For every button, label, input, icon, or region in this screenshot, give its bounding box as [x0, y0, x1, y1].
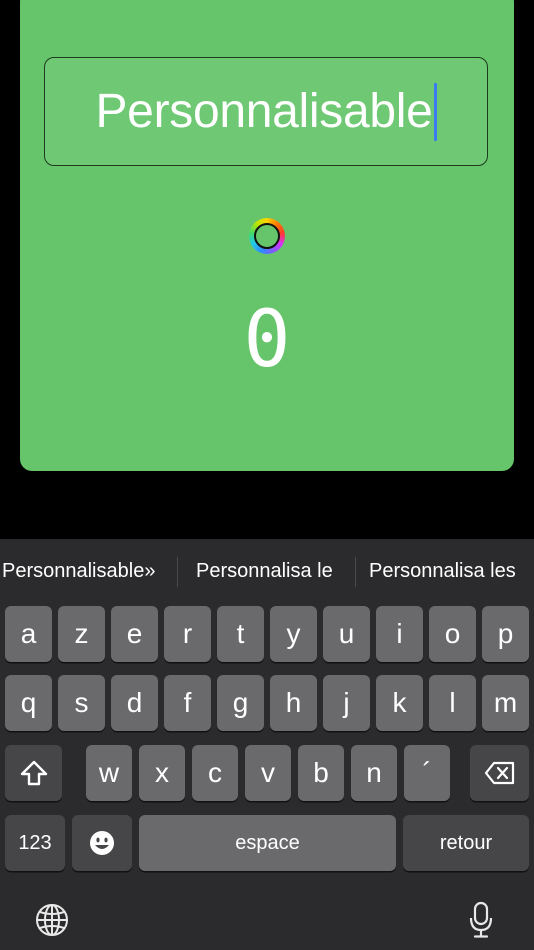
key-p[interactable]: p	[482, 606, 529, 662]
key-f[interactable]: f	[164, 675, 211, 731]
key-g[interactable]: g	[217, 675, 264, 731]
suggestion-1[interactable]: Personnalisable»	[2, 560, 155, 583]
suggestion-bar: Personnalisable» Personnalisa le Personn…	[0, 539, 534, 603]
suggestion-2[interactable]: Personnalisa le	[196, 560, 333, 583]
key-w[interactable]: w	[86, 745, 132, 801]
keyboard: Personnalisable» Personnalisa le Personn…	[0, 539, 534, 950]
suggestion-3[interactable]: Personnalisa les	[369, 560, 516, 583]
key-s[interactable]: s	[58, 675, 105, 731]
name-text-value: Personnalisable	[95, 85, 433, 138]
selected-color-swatch	[254, 223, 280, 249]
key-q[interactable]: q	[5, 675, 52, 731]
color-card: Personnalisable 0	[20, 0, 514, 471]
shift-icon	[20, 760, 47, 786]
key-t[interactable]: t	[217, 606, 264, 662]
key-z[interactable]: z	[58, 606, 105, 662]
shift-key[interactable]	[5, 745, 62, 801]
counter-value: 0	[243, 295, 291, 385]
backspace-icon	[484, 761, 514, 785]
globe-icon[interactable]	[35, 903, 69, 942]
emoji-icon	[90, 831, 114, 855]
key-x[interactable]: x	[139, 745, 185, 801]
key-v[interactable]: v	[245, 745, 291, 801]
key-r[interactable]: r	[164, 606, 211, 662]
backspace-key[interactable]	[470, 745, 529, 801]
key-accent[interactable]: ´	[404, 745, 450, 801]
key-y[interactable]: y	[270, 606, 317, 662]
key-n[interactable]: n	[351, 745, 397, 801]
key-k[interactable]: k	[376, 675, 423, 731]
key-a[interactable]: a	[5, 606, 52, 662]
name-text-field[interactable]: Personnalisable	[44, 57, 488, 166]
key-b[interactable]: b	[298, 745, 344, 801]
text-caret	[433, 82, 437, 141]
space-key[interactable]: espace	[139, 815, 396, 871]
key-l[interactable]: l	[429, 675, 476, 731]
key-h[interactable]: h	[270, 675, 317, 731]
key-i[interactable]: i	[376, 606, 423, 662]
microphone-icon[interactable]	[468, 901, 494, 944]
key-j[interactable]: j	[323, 675, 370, 731]
numbers-key[interactable]: 123	[5, 815, 65, 871]
key-d[interactable]: d	[111, 675, 158, 731]
key-e[interactable]: e	[111, 606, 158, 662]
key-o[interactable]: o	[429, 606, 476, 662]
suggestion-divider	[355, 557, 356, 587]
key-m[interactable]: m	[482, 675, 529, 731]
key-c[interactable]: c	[192, 745, 238, 801]
emoji-key[interactable]	[72, 815, 132, 871]
color-picker-button[interactable]	[249, 218, 285, 254]
key-u[interactable]: u	[323, 606, 370, 662]
suggestion-divider	[177, 557, 178, 587]
return-key[interactable]: retour	[403, 815, 529, 871]
